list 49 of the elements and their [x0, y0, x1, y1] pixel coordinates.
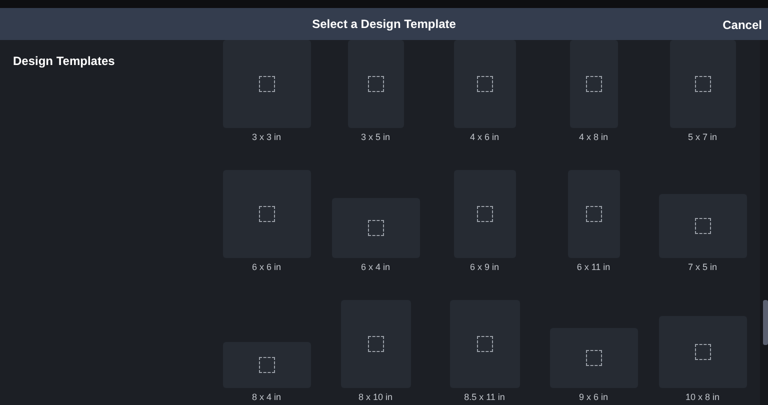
placeholder-square-icon [258, 357, 274, 373]
template-card[interactable] [658, 316, 746, 388]
template-card[interactable] [670, 40, 736, 128]
placeholder-square-icon [586, 76, 602, 92]
template-label: 8.5 x 11 in [464, 391, 505, 404]
template-label: 8 x 10 in [358, 391, 393, 404]
placeholder-square-icon [368, 76, 384, 92]
placeholder-square-icon [258, 206, 274, 222]
template-label: 4 x 6 in [470, 131, 500, 144]
template-card[interactable] [450, 300, 520, 388]
template-card[interactable] [348, 40, 404, 128]
placeholder-square-icon [694, 76, 710, 92]
placeholder-square-icon [694, 218, 710, 234]
scrollbar-thumb[interactable] [763, 300, 768, 345]
placeholder-square-icon [694, 344, 710, 360]
template-card[interactable] [454, 170, 516, 258]
placeholder-square-icon [368, 336, 384, 352]
sidebar-title: Design Templates [13, 54, 115, 68]
placeholder-square-icon [586, 350, 602, 366]
modal-title: Select a Design Template [312, 16, 456, 33]
template-card[interactable] [454, 40, 516, 128]
template-card[interactable] [550, 328, 638, 388]
template-card[interactable] [222, 170, 310, 258]
template-label: 6 x 11 in [576, 261, 610, 274]
template-card[interactable] [570, 40, 618, 128]
cancel-button[interactable]: Cancel [722, 16, 762, 34]
template-label: 3 x 3 in [252, 131, 282, 144]
placeholder-square-icon [586, 206, 602, 222]
placeholder-square-icon [476, 336, 492, 352]
template-card[interactable] [568, 170, 620, 258]
template-label: 4 x 8 in [578, 131, 608, 144]
template-label: 5 x 7 in [688, 131, 718, 144]
template-label: 7 x 5 in [688, 261, 718, 274]
template-label: 6 x 6 in [252, 261, 282, 274]
placeholder-square-icon [476, 76, 492, 92]
template-card[interactable] [222, 40, 310, 128]
placeholder-square-icon [258, 76, 274, 92]
template-label: 3 x 5 in [360, 131, 390, 144]
template-label: 9 x 6 in [578, 391, 608, 404]
template-label: 6 x 4 in [360, 261, 390, 274]
template-card[interactable] [332, 198, 420, 258]
template-label: 10 x 8 in [685, 391, 720, 404]
template-label: 6 x 9 in [470, 261, 500, 274]
template-card[interactable] [222, 342, 310, 388]
placeholder-square-icon [476, 206, 492, 222]
template-label: 8 x 4 in [252, 391, 282, 404]
template-card[interactable] [658, 194, 746, 258]
placeholder-square-icon [368, 220, 384, 236]
template-card[interactable] [340, 300, 410, 388]
